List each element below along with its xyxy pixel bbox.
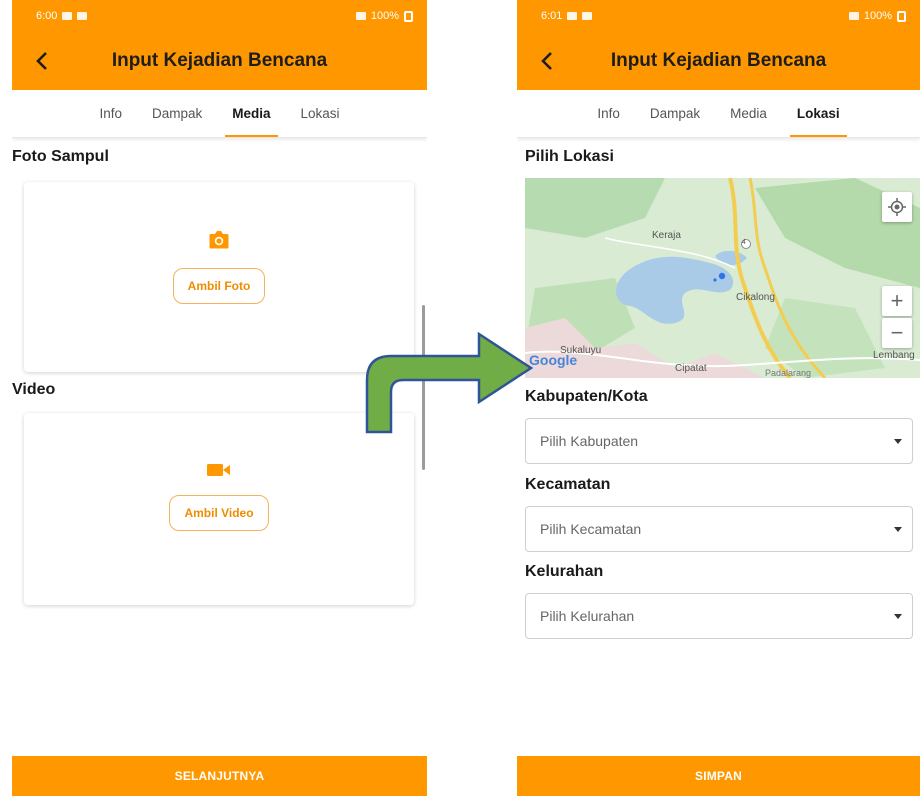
status-bar: 6:00 100% (12, 0, 427, 32)
village-placeholder: Pilih Kelurahan (540, 608, 635, 624)
map-label-padalarang: Padalarang (765, 368, 812, 378)
back-arrow-icon (541, 52, 552, 70)
notification-icon (567, 12, 578, 20)
save-button[interactable]: SIMPAN (517, 756, 920, 796)
app-bar: Input Kejadian Bencana (12, 32, 427, 90)
status-time: 6:01 (541, 10, 563, 22)
minus-icon: − (890, 320, 904, 345)
tab-info[interactable]: Info (582, 90, 635, 137)
tab-dampak[interactable]: Dampak (137, 90, 217, 137)
photo-section-title: Foto Sampul (12, 148, 109, 165)
transition-arrow-icon (365, 331, 534, 434)
notification-icon (62, 12, 73, 20)
location-map[interactable]: Keraja 4 Cikalong Sukaluyu Cipatat Padal… (525, 178, 920, 378)
map-label-keraja: Keraja (652, 230, 681, 241)
video-card: Ambil Video (24, 413, 414, 605)
tab-lokasi[interactable]: Lokasi (286, 90, 355, 137)
tab-dampak[interactable]: Dampak (635, 90, 715, 137)
video-section-title: Video (12, 381, 56, 398)
zoom-in-button[interactable]: + (882, 286, 912, 316)
message-icon (582, 12, 593, 20)
zoom-out-button[interactable]: − (882, 318, 912, 348)
tab-media[interactable]: Media (715, 90, 782, 137)
map-label-lembang: Lembang (873, 350, 915, 361)
regency-label: Kabupaten/Kota (525, 388, 648, 405)
battery-icon (404, 10, 413, 22)
regency-select[interactable]: Pilih Kabupaten (525, 418, 913, 464)
dropdown-arrow-icon (894, 613, 902, 619)
battery-level: 100% (863, 10, 892, 22)
page-title: Input Kejadian Bencana (610, 50, 827, 71)
map-road-number: 4 (742, 239, 746, 246)
battery-level: 100% (370, 10, 399, 22)
battery-icon (897, 10, 906, 22)
tab-lokasi[interactable]: Lokasi (782, 90, 855, 137)
video-camera-icon (207, 464, 230, 476)
app-bar: Input Kejadian Bencana (517, 32, 920, 90)
camera-icon (209, 231, 229, 249)
district-select[interactable]: Pilih Kecamatan (525, 506, 913, 552)
tab-info[interactable]: Info (84, 90, 137, 137)
take-photo-button[interactable]: Ambil Foto (172, 268, 266, 304)
status-bar: 6:01 100% (517, 0, 920, 32)
back-button[interactable] (525, 39, 569, 83)
dropdown-arrow-icon (894, 526, 902, 532)
my-location-icon (888, 198, 906, 216)
next-button[interactable]: SELANJUTNYA (12, 756, 427, 796)
location-section-title: Pilih Lokasi (525, 148, 614, 165)
plus-icon: + (890, 288, 904, 313)
take-video-button[interactable]: Ambil Video (169, 495, 269, 531)
village-select[interactable]: Pilih Kelurahan (525, 593, 913, 639)
map-label-cipatat: Cipatat (675, 363, 707, 374)
tab-media[interactable]: Media (217, 90, 285, 137)
back-button[interactable] (20, 39, 64, 83)
page-title: Input Kejadian Bencana (111, 50, 328, 71)
tab-bar: Info Dampak Media Lokasi (12, 90, 427, 138)
map-label-cikalong: Cikalong (736, 292, 775, 303)
signal-icon (848, 12, 859, 20)
status-time: 6:00 (36, 10, 58, 22)
signal-icon (355, 12, 366, 20)
dropdown-arrow-icon (894, 438, 902, 444)
district-label: Kecamatan (525, 476, 611, 493)
regency-placeholder: Pilih Kabupaten (540, 433, 639, 449)
village-label: Kelurahan (525, 563, 604, 580)
photo-card: Ambil Foto (24, 182, 414, 372)
tab-bar: Info Dampak Media Lokasi (517, 90, 920, 138)
back-arrow-icon (36, 52, 47, 70)
message-icon (77, 12, 88, 20)
location-screen: 6:01 100% Input Kejadian Bencana Info Da… (517, 0, 920, 796)
my-location-button[interactable] (882, 192, 912, 222)
district-placeholder: Pilih Kecamatan (540, 521, 642, 537)
